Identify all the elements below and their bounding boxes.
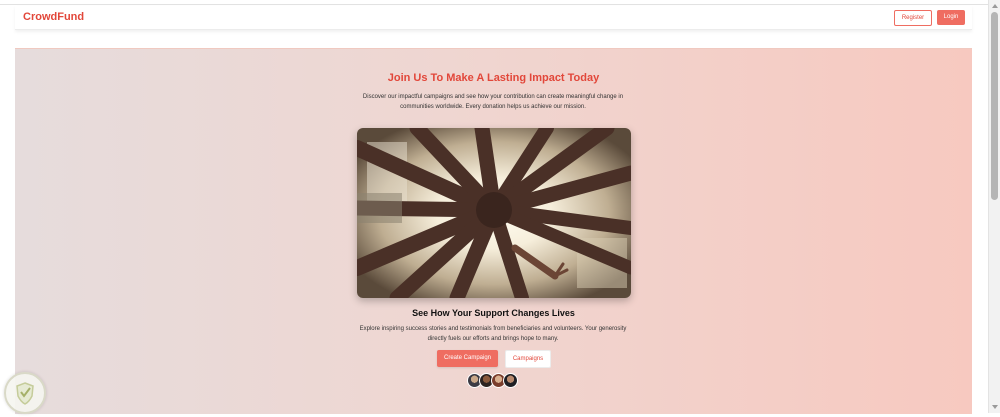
campaigns-button[interactable]: Campaigns: [505, 350, 551, 368]
scroll-thumb[interactable]: [991, 12, 998, 200]
scroll-up-arrow-icon[interactable]: [992, 4, 998, 8]
brand-logo[interactable]: CrowdFund: [23, 11, 84, 23]
scroll-down-arrow-icon[interactable]: [992, 405, 998, 409]
hero-section: Join Us To Make A Lasting Impact Today D…: [15, 48, 972, 414]
floating-badge[interactable]: [4, 372, 46, 414]
hero-title: Join Us To Make A Lasting Impact Today: [387, 72, 600, 84]
register-button[interactable]: Register: [894, 10, 932, 26]
shield-check-icon: [16, 382, 34, 405]
hands-together-image: [357, 128, 631, 298]
section-description: Explore inspiring success stories and te…: [359, 326, 627, 342]
page-scrollbar[interactable]: [988, 0, 1000, 413]
hero-description: Discover our impactful campaigns and see…: [362, 94, 624, 110]
hands-together-icon: [357, 128, 631, 298]
navbar: CrowdFund Register Login: [15, 6, 972, 30]
section-subtitle: See How Your Support Changes Lives: [412, 308, 575, 318]
avatar[interactable]: [503, 373, 518, 388]
window-top-border: [0, 4, 988, 5]
create-campaign-button[interactable]: Create Campaign: [437, 350, 498, 367]
login-button[interactable]: Login: [937, 10, 965, 25]
